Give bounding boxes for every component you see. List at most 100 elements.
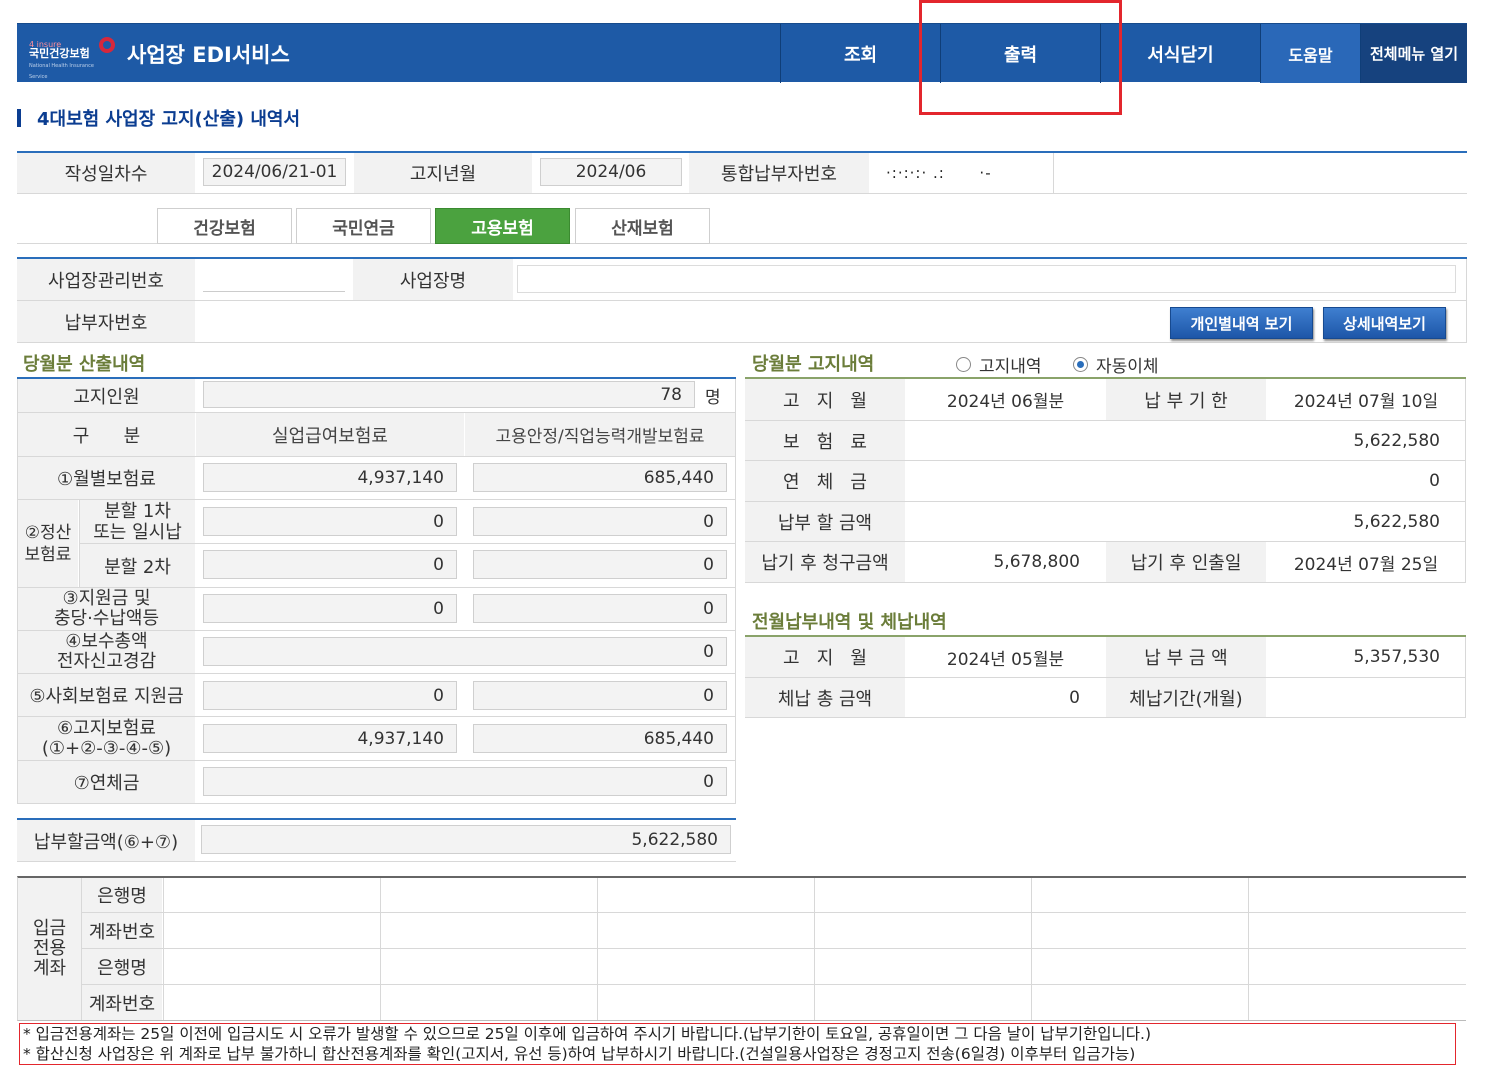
notice-section-title: 당월분 고지내역	[752, 354, 875, 375]
subsidy-unemp-field[interactable]: 0	[203, 594, 457, 623]
col-division-header: 구 분	[18, 413, 195, 456]
notice-premium-emp-field[interactable]: 685,440	[473, 724, 727, 753]
radio-auto-transfer[interactable]: 자동이체	[1073, 352, 1159, 377]
prev-right-border	[1465, 637, 1466, 717]
title-bar-icon	[17, 109, 21, 127]
notice-line-2: * 합산신청 사업장은 위 계좌로 납부 불가하니 합산전용계좌를 확인(고지서…	[23, 1045, 1136, 1063]
pay-amount-row-label: 납부 할 금액	[745, 502, 905, 541]
tab-employment-insurance[interactable]: 고용보험	[435, 208, 570, 244]
prev-month-value: 2024년 05월분	[906, 637, 1105, 677]
social-support-emp-field[interactable]: 0	[473, 681, 727, 710]
service-title: 사업장 EDI서비스	[127, 42, 290, 67]
help-button[interactable]: 도움말	[1260, 24, 1360, 83]
prev-month-label: 고 지 월	[745, 637, 905, 677]
prev-line	[745, 717, 1466, 718]
business-mgmt-number-label: 사업장관리번호	[17, 259, 195, 300]
installment-first-emp-field[interactable]: 0	[473, 507, 727, 536]
deposit-line	[163, 878, 164, 1020]
business-top-border	[17, 257, 1467, 259]
notice-premium-unemp-field[interactable]: 4,937,140	[203, 724, 457, 753]
social-support-unemp-field[interactable]: 0	[203, 681, 457, 710]
after-due-amount-value: 5,678,800	[906, 542, 1105, 582]
business-mgmt-number-field[interactable]	[203, 262, 345, 292]
write-seq-field[interactable]: 2024/06/21-01	[203, 158, 346, 186]
deposit-notice-box: * 입금전용계좌는 25일 이전에 입금시도 시 오류가 발생할 수 있으므로 …	[19, 1023, 1456, 1065]
deposit-line	[1248, 878, 1249, 1020]
after-due-date-value: 2024년 07월 25일	[1267, 542, 1465, 582]
installment-second-emp-field[interactable]: 0	[473, 550, 727, 579]
payer-label: 납부자번호	[17, 301, 195, 342]
total-pay-field[interactable]: 5,622,580	[201, 825, 731, 854]
info-row-bottom-border	[17, 193, 1467, 194]
subsidy-emp-field[interactable]: 0	[473, 594, 727, 623]
installment-second-unemp-field[interactable]: 0	[203, 550, 457, 579]
monthly-premium-unemp-field[interactable]: 4,937,140	[203, 463, 457, 492]
deposit-line	[82, 912, 1466, 913]
logo-eng-name: National Health Insurance Service	[29, 62, 94, 80]
installment-first-label: 분할 1차 또는 일시납	[80, 500, 195, 543]
top-navigation-bar: 4 insure 국민건강보험 National Health Insuranc…	[17, 23, 1467, 83]
arrears-total-label: 체납 총 금액	[745, 678, 905, 717]
tab-national-pension[interactable]: 국민연금	[296, 208, 431, 244]
settlement-premium-label: ②정산 보험료	[18, 500, 78, 587]
late-fee-field[interactable]: 0	[203, 767, 727, 796]
people-count-label: 고지인원	[18, 379, 195, 412]
notice-line-1: * 입금전용계좌는 25일 이전에 입금시도 시 오류가 발생할 수 있으므로 …	[23, 1025, 1152, 1043]
calc-line	[17, 803, 736, 804]
deposit-line	[597, 878, 598, 1020]
people-count-field[interactable]: 78	[203, 381, 695, 408]
view-details-button[interactable]: 상세내역보기	[1323, 307, 1446, 339]
deposit-line	[1031, 878, 1032, 1020]
radio-off-icon	[956, 357, 971, 372]
payer-number-field[interactable]: ·:·:·:· .: ·-	[870, 153, 1054, 193]
logo: 4 insure 국민건강보험 National Health Insuranc…	[17, 24, 305, 83]
business-right-border	[1466, 259, 1467, 342]
calc-section-title: 당월분 산출내역	[23, 354, 146, 375]
account-number-label-2: 계좌번호	[82, 985, 162, 1020]
premium-row-label: 보 험 료	[745, 421, 905, 460]
monthly-premium-emp-field[interactable]: 685,440	[473, 463, 727, 492]
view-personal-details-button[interactable]: 개인별내역 보기	[1170, 307, 1313, 339]
col-unemployment-header: 실업급여보험료	[196, 413, 464, 456]
page-title-text: 4대보험 사업장 고지(산출) 내역서	[37, 109, 301, 130]
arrears-period-value	[1267, 678, 1465, 717]
search-button[interactable]: 조회	[780, 24, 940, 83]
radio-notice-details[interactable]: 고지내역	[956, 352, 1042, 377]
e-report-reduction-label: ④보수총액 전자신고경감	[18, 631, 195, 673]
radio-notice-label: 고지내역	[979, 357, 1042, 377]
e-report-reduction-field[interactable]: 0	[203, 637, 727, 666]
logo-dot-icon	[99, 36, 115, 53]
total-pay-label: 납부할금액(⑥+⑦)	[17, 820, 195, 861]
notice-premium-label: ⑥고지보험료 (①+②-③-④-⑤)	[18, 717, 195, 760]
subsidy-label: ③지원금 및 충당·수납액등	[18, 588, 195, 630]
notice-month-label: 고지년월	[354, 153, 532, 193]
business-bottom-border	[17, 342, 1467, 343]
business-name-field[interactable]	[517, 265, 1456, 293]
notice-month-row-value: 2024년 06월분	[906, 379, 1105, 420]
installment-first-unemp-field[interactable]: 0	[203, 507, 457, 536]
due-date-value: 2024년 07월 10일	[1267, 379, 1465, 420]
payer-number-label: 통합납부자번호	[689, 153, 869, 193]
late-fee-label: ⑦연체금	[18, 761, 195, 803]
open-all-menu-button[interactable]: 전체메뉴 열기	[1360, 24, 1467, 83]
late-row-value: 0	[906, 461, 1465, 501]
business-mid-border	[17, 300, 1467, 301]
after-due-date-label: 납기 후 인출일	[1106, 542, 1266, 582]
bank-name-label-1: 은행명	[82, 878, 162, 912]
logo-org-name: 국민건강보험	[29, 46, 90, 60]
account-number-label-1: 계좌번호	[82, 913, 162, 948]
arrears-period-label: 체납기간(개월)	[1106, 678, 1266, 717]
radio-on-icon	[1073, 357, 1088, 372]
tab-industrial-accident[interactable]: 산재보험	[575, 208, 710, 244]
nhis-logo-mark: 4 insure 국민건강보험 National Health Insuranc…	[29, 36, 115, 80]
after-due-amount-label: 납기 후 청구금액	[745, 542, 905, 582]
premium-row-value: 5,622,580	[906, 421, 1465, 460]
late-row-label: 연 체 금	[745, 461, 905, 501]
radio-auto-label: 자동이체	[1096, 357, 1159, 377]
prev-section-title: 전월납부내역 및 체납내역	[752, 612, 947, 633]
notice-month-field[interactable]: 2024/06	[540, 158, 682, 186]
notice-right-border	[1465, 379, 1466, 582]
tab-health-insurance[interactable]: 건강보험	[157, 208, 292, 244]
row-monthly-premium-label: ①월별보험료	[18, 457, 195, 499]
close-form-button[interactable]: 서식닫기	[1100, 24, 1260, 83]
